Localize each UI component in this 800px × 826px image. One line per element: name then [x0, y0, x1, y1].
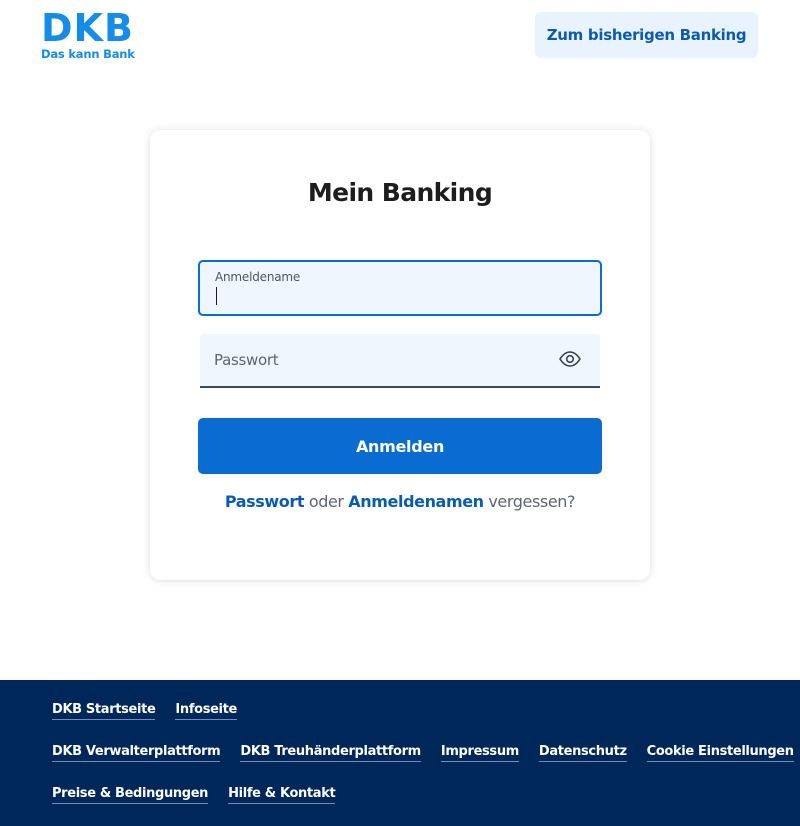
password-field[interactable] [200, 334, 600, 388]
eye-icon[interactable] [558, 349, 582, 369]
forgot-or-text: oder [308, 492, 344, 511]
forgot-credentials: Passwort oder Anmeldenamen vergessen? [150, 492, 650, 511]
username-input[interactable] [200, 262, 600, 314]
footer: DKB Startseite Infoseite DKB Verwalterpl… [0, 680, 800, 826]
forgot-suffix-text: vergessen? [488, 492, 576, 511]
forgot-password-link[interactable]: Passwort [225, 492, 305, 511]
logo-claim: Das kann Bank [41, 47, 135, 61]
login-button[interactable]: Anmelden [198, 418, 602, 474]
login-card: Mein Banking Anmeldename Anmelden Passwo… [150, 130, 650, 580]
footer-link-treuhaenderplattform[interactable]: DKB Treuhänderplattform [240, 744, 421, 762]
username-field[interactable]: Anmeldename [198, 260, 602, 316]
footer-link-startseite[interactable]: DKB Startseite [52, 702, 156, 720]
logo-wordmark: DKB [41, 6, 134, 50]
dkb-logo[interactable]: DKB Das kann Bank [41, 8, 135, 61]
footer-link-infoseite[interactable]: Infoseite [175, 702, 237, 720]
page-title: Mein Banking [307, 178, 493, 207]
forgot-username-link[interactable]: Anmeldenamen [348, 492, 484, 511]
old-banking-button[interactable]: Zum bisherigen Banking [535, 12, 758, 58]
password-input[interactable] [200, 334, 600, 386]
footer-link-verwalterplattform[interactable]: DKB Verwalterplattform [52, 744, 221, 762]
footer-row-3: Preise & Bedingungen Hilfe & Kontakt [52, 786, 336, 804]
footer-link-hilfe-kontakt[interactable]: Hilfe & Kontakt [228, 786, 336, 804]
footer-link-impressum[interactable]: Impressum [440, 744, 519, 762]
footer-link-datenschutz[interactable]: Datenschutz [538, 744, 627, 762]
footer-link-preise-bedingungen[interactable]: Preise & Bedingungen [52, 786, 208, 804]
footer-link-cookie-einstellungen[interactable]: Cookie Einstellungen [646, 744, 794, 762]
footer-row-1: DKB Startseite Infoseite [52, 702, 237, 720]
header: DKB Das kann Bank Zum bisherigen Banking [0, 0, 800, 80]
footer-row-2: DKB Verwalterplattform DKB Treuhänderpla… [52, 744, 794, 762]
